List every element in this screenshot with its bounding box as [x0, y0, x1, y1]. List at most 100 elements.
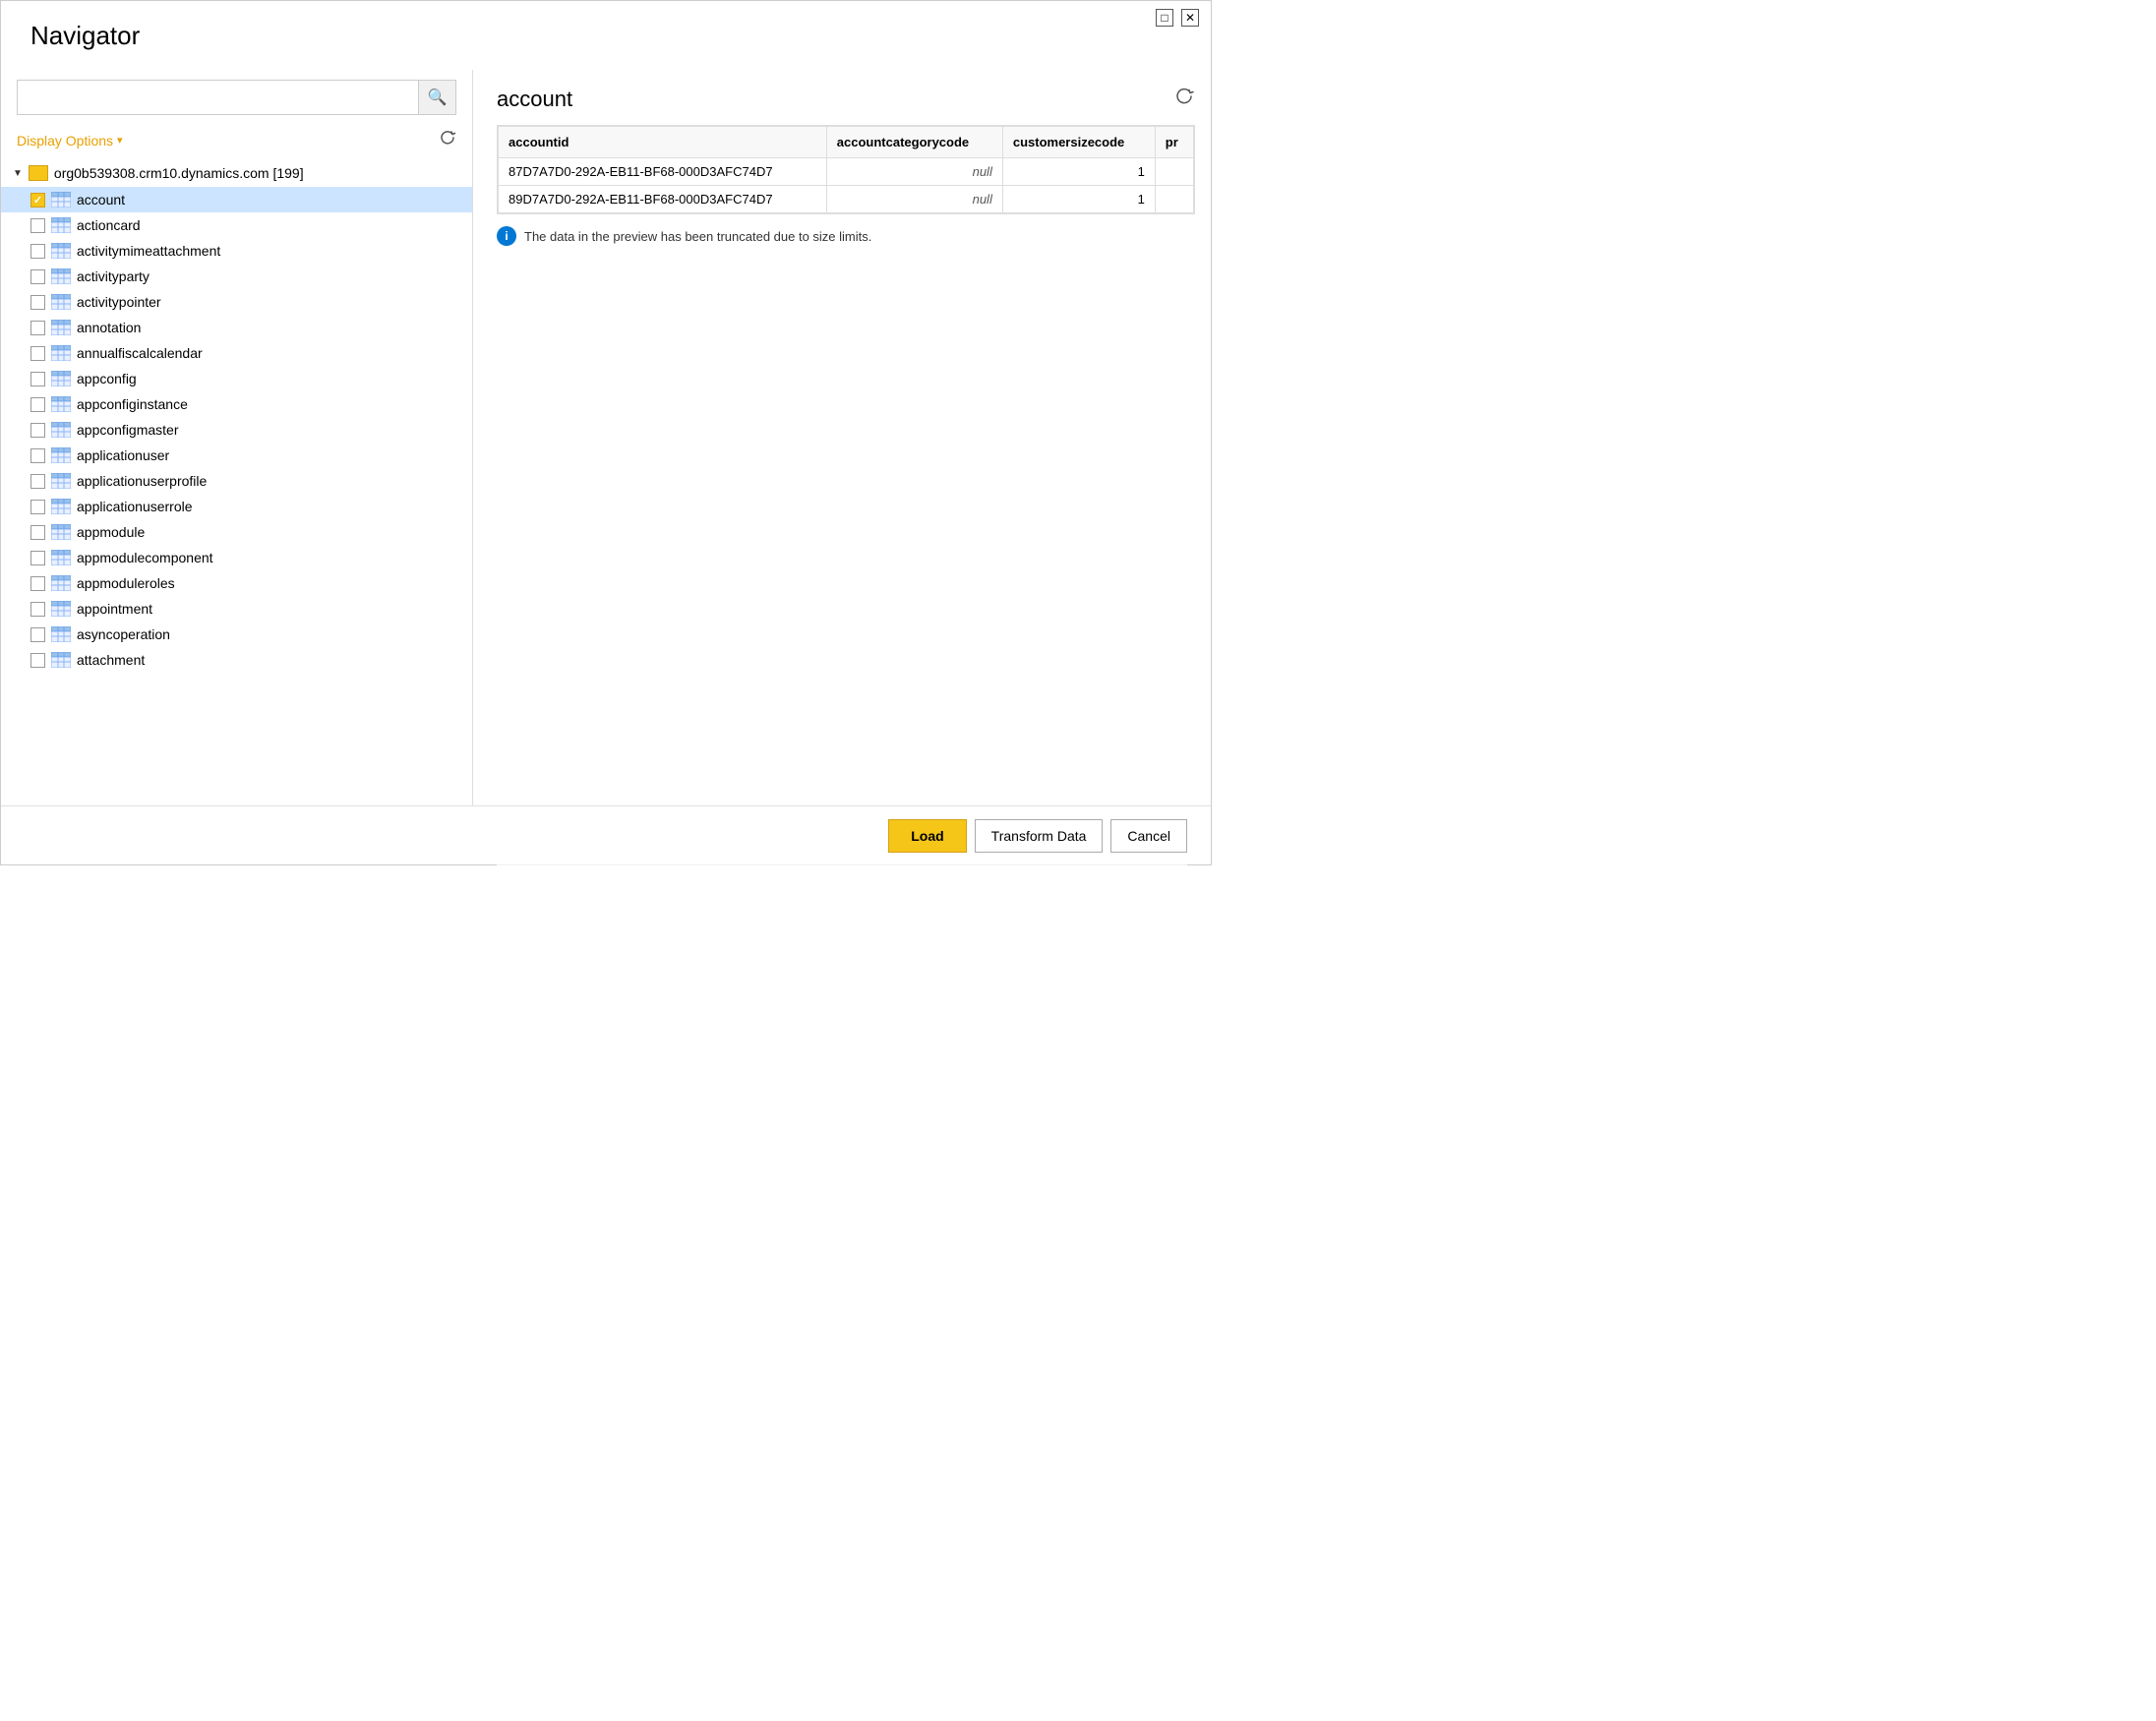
display-options-bar: Display Options ▾: [1, 125, 472, 159]
checkbox-applicationuser[interactable]: [30, 448, 45, 463]
item-label-actioncard: actioncard: [77, 217, 141, 233]
item-label-annualfiscalcalendar: annualfiscalcalendar: [77, 345, 203, 361]
checkbox-activitymimeattachment[interactable]: [30, 244, 45, 259]
right-panel: account accountidaccountcategorycodecust…: [473, 70, 1211, 805]
preview-refresh-icon[interactable]: [1173, 86, 1195, 113]
table-icon: [51, 192, 71, 208]
tree-item-annualfiscalcalendar[interactable]: annualfiscalcalendar: [1, 340, 472, 366]
refresh-icon[interactable]: [439, 129, 456, 151]
close-button[interactable]: ✕: [1181, 9, 1199, 27]
col-header-pr: pr: [1155, 127, 1193, 158]
tree-item-appmoduleroles[interactable]: appmoduleroles: [1, 570, 472, 596]
transform-data-button[interactable]: Transform Data: [975, 819, 1104, 853]
checkbox-appmodule[interactable]: [30, 525, 45, 540]
tree-item-activityparty[interactable]: activityparty: [1, 264, 472, 289]
checkbox-appointment[interactable]: [30, 602, 45, 617]
tree-area[interactable]: ▼ org0b539308.crm10.dynamics.com [199] a…: [1, 159, 472, 805]
table-icon: [51, 371, 71, 386]
item-label-activitymimeattachment: activitymimeattachment: [77, 243, 220, 259]
info-icon: i: [497, 226, 516, 246]
left-panel: 🔍 Display Options ▾ ▼ org0b539308.crm10.…: [1, 70, 473, 805]
tree-item-activitypointer[interactable]: activitypointer: [1, 289, 472, 315]
table-icon: [51, 626, 71, 642]
item-label-activitypointer: activitypointer: [77, 294, 161, 310]
checkbox-appmodulecomponent[interactable]: [30, 551, 45, 565]
tree-item-attachment[interactable]: attachment: [1, 647, 472, 673]
table-icon: [51, 243, 71, 259]
checkbox-appconfig[interactable]: [30, 372, 45, 386]
display-options-label[interactable]: Display Options: [17, 133, 113, 148]
search-input[interactable]: [18, 89, 418, 105]
truncation-notice: i The data in the preview has been trunc…: [497, 226, 1195, 246]
checkbox-asyncoperation[interactable]: [30, 627, 45, 642]
table-icon: [51, 447, 71, 463]
folder-root[interactable]: ▼ org0b539308.crm10.dynamics.com [199]: [1, 159, 472, 187]
preview-title: account: [497, 87, 572, 112]
checkbox-annotation[interactable]: [30, 321, 45, 335]
col-header-accountid: accountid: [499, 127, 827, 158]
truncation-text: The data in the preview has been truncat…: [524, 229, 871, 244]
cell-customersizecode: 1: [1002, 158, 1155, 186]
preview-header: account: [497, 86, 1195, 113]
chevron-down-icon[interactable]: ▾: [117, 134, 123, 147]
tree-item-applicationuserrole[interactable]: applicationuserrole: [1, 494, 472, 519]
item-label-appconfiginstance: appconfiginstance: [77, 396, 188, 412]
table-icon: [51, 422, 71, 438]
item-label-applicationuserrole: applicationuserrole: [77, 499, 193, 514]
checkbox-annualfiscalcalendar[interactable]: [30, 346, 45, 361]
item-label-applicationuserprofile: applicationuserprofile: [77, 473, 207, 489]
checkbox-applicationuserrole[interactable]: [30, 500, 45, 514]
checkbox-applicationuserprofile[interactable]: [30, 474, 45, 489]
collapse-icon: ▼: [13, 168, 23, 179]
item-label-applicationuser: applicationuser: [77, 447, 169, 463]
tree-item-account[interactable]: account: [1, 187, 472, 212]
search-button[interactable]: 🔍: [418, 81, 455, 114]
checkbox-appconfiginstance[interactable]: [30, 397, 45, 412]
tree-item-activitymimeattachment[interactable]: activitymimeattachment: [1, 238, 472, 264]
tree-item-appconfiginstance[interactable]: appconfiginstance: [1, 391, 472, 417]
table-icon: [51, 550, 71, 565]
title-bar: □ ✕: [1144, 1, 1211, 34]
load-button[interactable]: Load: [888, 819, 966, 853]
tree-item-applicationuser[interactable]: applicationuser: [1, 443, 472, 468]
table-icon: [51, 396, 71, 412]
tree-item-appconfig[interactable]: appconfig: [1, 366, 472, 391]
table-icon: [51, 601, 71, 617]
item-label-appmoduleroles: appmoduleroles: [77, 575, 175, 591]
item-label-appconfigmaster: appconfigmaster: [77, 422, 179, 438]
data-table: accountidaccountcategorycodecustomersize…: [498, 126, 1194, 213]
item-label-appmodule: appmodule: [77, 524, 145, 540]
cancel-button[interactable]: Cancel: [1110, 819, 1187, 853]
table-head: accountidaccountcategorycodecustomersize…: [499, 127, 1194, 158]
table-icon: [51, 524, 71, 540]
item-label-activityparty: activityparty: [77, 268, 150, 284]
checkbox-appmoduleroles[interactable]: [30, 576, 45, 591]
cell-pr: [1155, 186, 1193, 213]
tree-item-appmodule[interactable]: appmodule: [1, 519, 472, 545]
item-label-attachment: attachment: [77, 652, 145, 668]
tree-item-actioncard[interactable]: actioncard: [1, 212, 472, 238]
checkbox-activityparty[interactable]: [30, 269, 45, 284]
table-icon: [51, 217, 71, 233]
tree-item-appconfigmaster[interactable]: appconfigmaster: [1, 417, 472, 443]
page-title: Navigator: [30, 21, 140, 51]
data-table-container: accountidaccountcategorycodecustomersize…: [497, 125, 1195, 214]
tree-item-asyncoperation[interactable]: asyncoperation: [1, 622, 472, 647]
checkbox-activitypointer[interactable]: [30, 295, 45, 310]
checkbox-actioncard[interactable]: [30, 218, 45, 233]
checkbox-account[interactable]: [30, 193, 45, 208]
tree-item-applicationuserprofile[interactable]: applicationuserprofile: [1, 468, 472, 494]
item-label-asyncoperation: asyncoperation: [77, 626, 170, 642]
cell-accountid: 87D7A7D0-292A-EB11-BF68-000D3AFC74D7: [499, 158, 827, 186]
tree-item-appmodulecomponent[interactable]: appmodulecomponent: [1, 545, 472, 570]
table-row: 89D7A7D0-292A-EB11-BF68-000D3AFC74D7null…: [499, 186, 1194, 213]
table-icon: [51, 294, 71, 310]
table-icon: [51, 473, 71, 489]
cell-accountcategorycode: null: [826, 186, 1002, 213]
tree-item-annotation[interactable]: annotation: [1, 315, 472, 340]
checkbox-appconfigmaster[interactable]: [30, 423, 45, 438]
checkbox-attachment[interactable]: [30, 653, 45, 668]
minimize-button[interactable]: □: [1156, 9, 1173, 27]
tree-item-appointment[interactable]: appointment: [1, 596, 472, 622]
cell-accountcategorycode: null: [826, 158, 1002, 186]
